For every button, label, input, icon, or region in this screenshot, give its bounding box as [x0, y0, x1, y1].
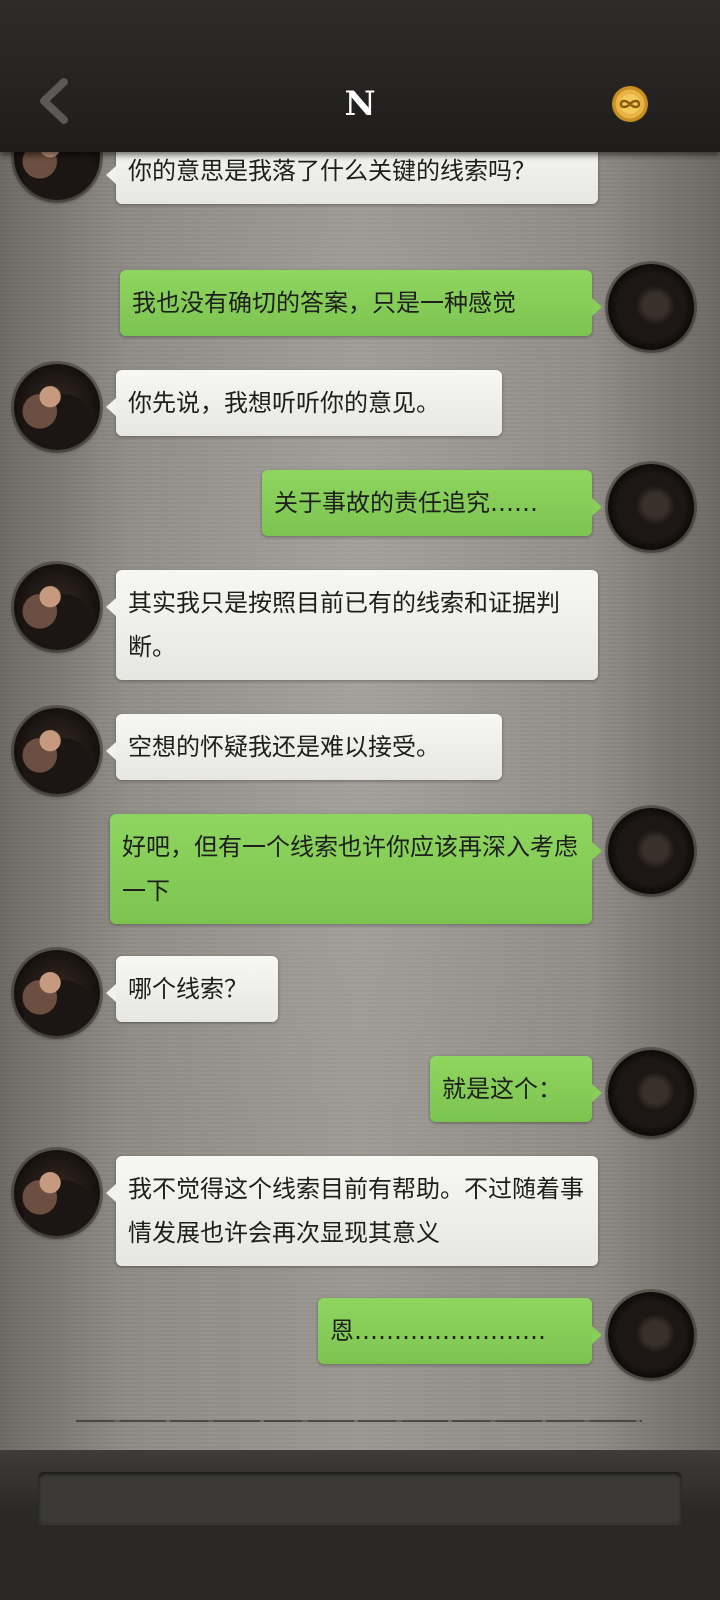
top-bar: N [0, 0, 720, 152]
contact-avatar[interactable] [14, 1150, 100, 1236]
contact-avatar[interactable] [14, 950, 100, 1036]
contact-avatar[interactable] [14, 708, 100, 794]
message-bubble: 就是这个： [430, 1056, 602, 1122]
infinity-medal-button[interactable] [610, 84, 650, 124]
contact-avatar[interactable] [14, 564, 100, 650]
user-avatar[interactable] [608, 808, 694, 894]
user-avatar[interactable] [608, 464, 694, 550]
message-bubble: 你的意思是我落了什么关键的线索吗？ [106, 152, 598, 204]
message-bubble: 恩…………………… [318, 1298, 602, 1364]
chat-end-divider [76, 1420, 642, 1422]
chevron-left-icon [40, 78, 68, 124]
message-bubble: 哪个线索？ [106, 956, 278, 1022]
user-avatar[interactable] [608, 1050, 694, 1136]
contact-avatar[interactable] [14, 152, 100, 200]
message-bubble: 我也没有确切的答案，只是一种感觉 [120, 270, 602, 336]
infinity-medal-icon [612, 86, 648, 122]
user-avatar[interactable] [608, 264, 694, 350]
message-bubble: 空想的怀疑我还是难以接受。 [106, 714, 502, 780]
message-bubble: 我不觉得这个线索目前有帮助。不过随着事情发展也许会再次显现其意义 [106, 1156, 598, 1266]
message-input[interactable] [38, 1472, 682, 1524]
message-bubble: 其实我只是按照目前已有的线索和证据判断。 [106, 570, 598, 680]
input-bar [0, 1450, 720, 1600]
message-bubble: 你先说，我想听听你的意见。 [106, 370, 502, 436]
contact-avatar[interactable] [14, 364, 100, 450]
message-bubble: 关于事故的责任追究…… [262, 470, 602, 536]
message-bubble: 好吧，但有一个线索也许你应该再深入考虑一下 [110, 814, 602, 924]
chat-area[interactable]: 你的意思是我落了什么关键的线索吗？ 我也没有确切的答案，只是一种感觉 你先说，我… [0, 152, 720, 1450]
user-avatar[interactable] [608, 1292, 694, 1378]
back-button[interactable] [30, 76, 78, 126]
